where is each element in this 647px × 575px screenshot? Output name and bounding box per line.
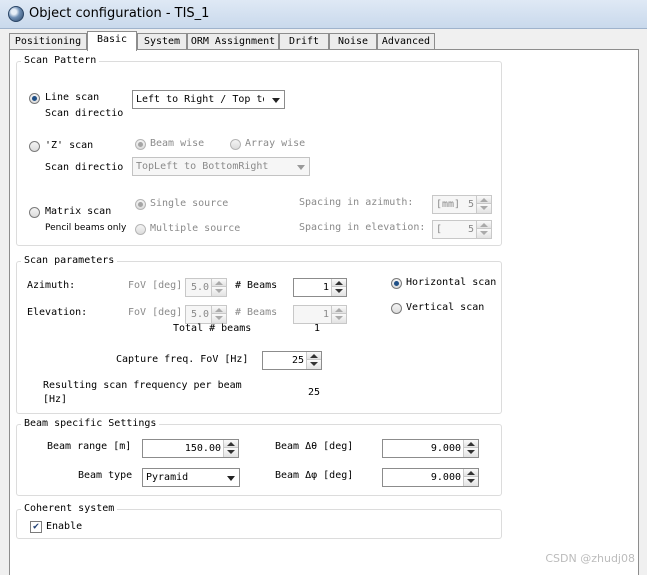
beam-type-select[interactable]: Pyramid — [142, 468, 240, 487]
line-scan-direction-select[interactable]: Left to Right / Top to — [132, 90, 285, 109]
spin-up-icon[interactable] — [332, 279, 346, 287]
spin-down-icon[interactable] — [464, 448, 478, 457]
watermark: CSDN @zhudj08 — [545, 552, 635, 565]
array-wise-label: Array wise — [245, 138, 306, 149]
vertical-scan-radio[interactable] — [391, 303, 402, 314]
beam-wise-label: Beam wise — [150, 138, 205, 149]
tab-system[interactable]: System — [137, 33, 187, 50]
spin-down-icon[interactable] — [224, 448, 238, 457]
horizontal-scan-label: Horizontal scan — [406, 277, 497, 288]
beam-settings-legend: Beam specific Settings — [21, 418, 160, 429]
resulting-frequency-value: 25 — [308, 387, 321, 398]
spin-up-icon[interactable] — [464, 440, 478, 448]
spin-up-icon[interactable] — [224, 440, 238, 448]
z-scan-direction-label: Scan directio — [45, 162, 124, 173]
spacing-elevation-label: Spacing in elevation: — [299, 222, 426, 233]
window-title: Object configuration - TIS_1 — [29, 6, 210, 21]
vertical-scan-label: Vertical scan — [406, 302, 485, 313]
beam-wise-radio[interactable] — [135, 139, 146, 150]
elevation-label: Elevation: — [27, 307, 88, 318]
z-scan-direction-select[interactable]: TopLeft to BottomRight — [132, 157, 310, 176]
spin-down-icon[interactable] — [464, 477, 478, 486]
scan-pattern-legend: Scan Pattern — [21, 55, 100, 66]
spin-down-icon[interactable] — [477, 204, 491, 213]
spin-up-icon[interactable] — [212, 306, 226, 314]
z-scan-label: 'Z' scan — [45, 140, 94, 151]
elevation-fov-input[interactable]: 5.0 — [185, 305, 227, 324]
spin-up-icon[interactable] — [477, 221, 491, 229]
single-source-radio[interactable] — [135, 199, 146, 210]
spin-down-icon[interactable] — [212, 314, 226, 323]
matrix-scan-label: Matrix scan — [45, 206, 112, 217]
spin-down-icon[interactable] — [307, 360, 321, 369]
tab-positioning[interactable]: Positioning — [9, 33, 87, 50]
beam-type-label: Beam type — [78, 470, 133, 481]
title-bar: Object configuration - TIS_1 — [0, 0, 647, 29]
spacing-azimuth-input[interactable]: [mm] 5 — [432, 195, 492, 214]
spin-down-icon[interactable] — [332, 287, 346, 296]
spin-up-icon[interactable] — [477, 196, 491, 204]
z-scan-radio[interactable] — [29, 141, 40, 152]
azimuth-beams-label: # Beams — [235, 280, 278, 291]
multiple-source-label: Multiple source — [150, 223, 241, 234]
beam-theta-label: Beam Δθ [deg] — [275, 441, 354, 452]
chevron-down-icon — [297, 165, 305, 170]
beam-theta-input[interactable]: 9.000 — [382, 439, 479, 458]
coherent-system-legend: Coherent system — [21, 503, 118, 514]
line-scan-label: Line scan — [45, 92, 100, 103]
capture-freq-input[interactable]: 25 — [262, 351, 322, 370]
beam-range-label: Beam range [m] — [47, 441, 132, 452]
azimuth-beams-input[interactable]: 1 — [293, 278, 347, 297]
tab-noise[interactable]: Noise — [329, 33, 377, 50]
basic-tab-panel: Scan Pattern Line scan Scan directio Lef… — [9, 49, 639, 575]
pencil-beams-note: Pencil beams only — [45, 223, 127, 233]
tab-drift[interactable]: Drift — [279, 33, 329, 50]
single-source-label: Single source — [150, 198, 229, 209]
spin-up-icon[interactable] — [332, 306, 346, 314]
spin-down-icon[interactable] — [477, 229, 491, 238]
spin-up-icon[interactable] — [464, 469, 478, 477]
scan-pattern-group: Scan Pattern Line scan Scan directio Lef… — [16, 55, 502, 246]
tab-orm-assignment[interactable]: ORM Assignment — [187, 33, 279, 50]
azimuth-fov-input[interactable]: 5.0 — [185, 278, 227, 297]
coherent-system-group: Coherent system ✔ Enable — [16, 503, 502, 539]
line-scan-radio[interactable] — [29, 93, 40, 104]
spin-down-icon[interactable] — [332, 314, 346, 323]
chevron-down-icon — [272, 98, 280, 103]
enable-label: Enable — [46, 521, 83, 532]
spin-up-icon[interactable] — [212, 279, 226, 287]
chevron-down-icon — [227, 476, 235, 481]
beam-range-input[interactable]: 150.00 — [142, 439, 239, 458]
total-beams-label: Total # beams — [173, 323, 252, 334]
azimuth-fov-label: FoV [deg] — [128, 280, 183, 291]
array-wise-radio[interactable] — [230, 139, 241, 150]
spin-down-icon[interactable] — [212, 287, 226, 296]
globe-icon — [8, 6, 24, 22]
spacing-azimuth-label: Spacing in azimuth: — [299, 197, 414, 208]
elevation-fov-label: FoV [deg] — [128, 307, 183, 318]
resulting-frequency-label: Resulting scan frequency per beam — [43, 380, 242, 391]
spacing-elevation-input[interactable]: [ 5 — [432, 220, 492, 239]
capture-freq-label: Capture freq. FoV [Hz] — [116, 354, 249, 365]
matrix-scan-radio[interactable] — [29, 207, 40, 218]
elevation-beams-input[interactable]: 1 — [293, 305, 347, 324]
line-scan-direction-label: Scan directio — [45, 108, 124, 119]
beam-phi-input[interactable]: 9.000 — [382, 468, 479, 487]
tab-advanced[interactable]: Advanced — [377, 33, 435, 50]
horizontal-scan-radio[interactable] — [391, 278, 402, 289]
scan-parameters-group: Scan parameters Azimuth: FoV [deg] 5.0 #… — [16, 255, 502, 414]
spin-up-icon[interactable] — [307, 352, 321, 360]
beam-phi-label: Beam Δφ [deg] — [275, 470, 354, 481]
azimuth-label: Azimuth: — [27, 280, 76, 291]
multiple-source-radio[interactable] — [135, 224, 146, 235]
checkmark-icon: ✔ — [32, 521, 40, 532]
tab-basic[interactable]: Basic — [87, 31, 137, 51]
total-beams-value: 1 — [314, 323, 321, 334]
scan-parameters-legend: Scan parameters — [21, 255, 118, 266]
elevation-beams-label: # Beams — [235, 307, 278, 318]
enable-checkbox[interactable]: ✔ — [30, 521, 42, 533]
beam-settings-group: Beam specific Settings Beam range [m] 15… — [16, 418, 502, 496]
resulting-frequency-unit: [Hz] — [43, 394, 68, 405]
